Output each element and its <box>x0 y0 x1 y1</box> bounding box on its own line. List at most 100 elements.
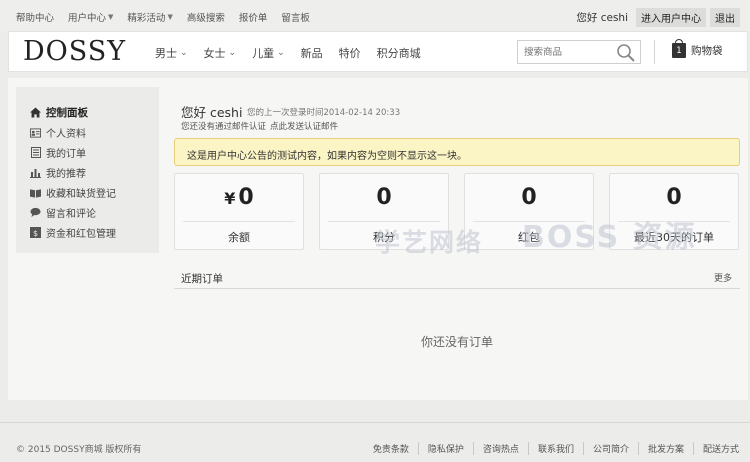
shopping-bag-icon: 1 <box>672 39 686 58</box>
chevron-down-icon: ▼ <box>108 13 114 21</box>
last-login-time: 您的上一次登录时间2014-02-14 20:33 <box>247 108 401 118</box>
stat-label: 积分 <box>373 231 395 244</box>
footer-link[interactable]: 批发方案 <box>637 442 693 455</box>
copyright: © 2015 DOSSY商城 版权所有 <box>16 445 142 455</box>
stat-label: 红包 <box>518 231 540 244</box>
sidebar: 控制面板 个人资料 我的订单 我的推荐 收藏和缺货登记 留言和评论 $ 资金和红… <box>16 87 159 253</box>
currency-symbol: ¥ <box>224 189 236 208</box>
footer-link[interactable]: 隐私保护 <box>417 442 473 455</box>
top-link-label: 留言板 <box>281 13 310 24</box>
nav-item-men[interactable]: 男士 ⌄ <box>155 45 188 61</box>
book-icon <box>30 187 41 198</box>
empty-orders-message: 你还没有订单 <box>420 335 493 349</box>
main-nav: 男士 ⌄ 女士 ⌄ 儿童 ⌄ 新品 特价 积分商城 <box>155 45 421 61</box>
nav-item-sale[interactable]: 特价 <box>339 45 361 61</box>
top-link-label: 高级搜索 <box>186 13 225 24</box>
sidebar-item-orders[interactable]: 我的订单 <box>30 145 86 160</box>
chevron-down-icon: ▼ <box>167 13 173 21</box>
footer-link[interactable]: 公司简介 <box>582 442 638 455</box>
footer-link[interactable]: 联系我们 <box>527 442 583 455</box>
recent-orders-more-link[interactable]: 更多 <box>714 271 732 284</box>
sidebar-item-label: 我的订单 <box>46 149 86 160</box>
cart-label: 购物袋 <box>691 45 723 57</box>
search-icon[interactable] <box>616 43 636 66</box>
enter-user-center-button[interactable]: 进入用户中心 <box>636 8 706 27</box>
stat-number: 0 <box>521 185 537 210</box>
stat-card-balance[interactable]: ¥0 余额 <box>174 173 304 250</box>
id-card-icon <box>30 127 41 138</box>
nav-label: 新品 <box>300 47 323 60</box>
stat-card-points[interactable]: 0 积分 <box>319 173 449 250</box>
top-link-advanced-search[interactable]: 高级搜索 <box>187 10 225 24</box>
footer-link[interactable]: 咨询热点 <box>472 442 528 455</box>
footer-link[interactable]: 配送方式 <box>692 442 739 455</box>
stat-value: 0 <box>320 185 448 215</box>
nav-item-points-mall[interactable]: 积分商城 <box>377 45 421 61</box>
search-input[interactable] <box>518 41 614 63</box>
nav-label: 特价 <box>338 47 361 60</box>
chevron-down-icon: ⌄ <box>180 48 188 58</box>
cart-count: 1 <box>676 46 682 56</box>
stat-card-recent-orders[interactable]: 0 最近30天的订单 <box>609 173 739 250</box>
top-bar: 帮助中心 用户中心 ▼ 精彩活动 ▼ 高级搜索 报价单 留言板 您好 ceshi 进… <box>0 0 750 32</box>
footer-links: 免责条款 隐私保护 咨询热点 联系我们 公司简介 批发方案 配送方式 <box>364 442 739 455</box>
stat-label: 最近30天的订单 <box>634 231 714 244</box>
verify-status: 您还没有通过邮件认证 <box>181 122 267 132</box>
chevron-down-icon: ⌄ <box>228 48 237 58</box>
nav-item-kids[interactable]: 儿童 ⌄ <box>252 45 285 61</box>
stat-value: 0 <box>465 185 593 215</box>
stat-card-red-packet[interactable]: 0 红包 <box>464 173 594 250</box>
stat-number: 0 <box>666 185 682 210</box>
nav-item-women[interactable]: 女士 ⌄ <box>204 45 237 61</box>
footer-divider <box>0 422 750 423</box>
stat-label: 余额 <box>228 231 250 244</box>
footer-link[interactable]: 免责条款 <box>364 442 418 455</box>
recent-orders-divider <box>174 288 740 289</box>
top-links: 帮助中心 用户中心 ▼ 精彩活动 ▼ 高级搜索 报价单 留言板 <box>16 10 310 24</box>
nav-item-new[interactable]: 新品 <box>301 45 323 61</box>
sidebar-item-profile[interactable]: 个人资料 <box>30 125 86 140</box>
search-box <box>517 40 641 64</box>
sidebar-item-messages[interactable]: 留言和评论 <box>30 205 96 220</box>
chevron-down-icon: ⌄ <box>277 48 285 58</box>
top-link-label: 用户中心 <box>68 13 107 24</box>
send-verify-email-link[interactable]: 点此发送认证邮件 <box>270 122 338 132</box>
sidebar-item-recommend[interactable]: 我的推荐 <box>30 165 86 180</box>
nav-label: 儿童 <box>252 47 275 60</box>
nav-label: 男士 <box>155 47 177 60</box>
top-link-quote[interactable]: 报价单 <box>239 10 268 24</box>
top-link-events[interactable]: 精彩活动 ▼ <box>127 10 172 24</box>
money-icon: $ <box>30 227 41 238</box>
sidebar-item-label: 收藏和缺货登记 <box>46 189 116 200</box>
stat-divider <box>183 221 295 222</box>
top-link-user-center[interactable]: 用户中心 ▼ <box>68 10 113 24</box>
cart-button[interactable]: 1 购物袋 <box>672 39 723 58</box>
logout-button[interactable]: 退出 <box>710 8 740 27</box>
sidebar-item-label: 资金和红包管理 <box>46 229 116 240</box>
header-divider <box>654 40 655 64</box>
stat-divider <box>618 221 730 222</box>
sidebar-item-label: 控制面板 <box>46 107 88 119</box>
stat-value: ¥0 <box>175 185 303 215</box>
top-greeting: 您好 ceshi <box>576 12 628 24</box>
list-icon <box>30 147 41 158</box>
site-footer: © 2015 DOSSY商城 版权所有 免责条款 隐私保护 咨询热点 联系我们 … <box>0 402 750 462</box>
sidebar-item-dashboard[interactable]: 控制面板 <box>30 105 88 120</box>
comment-icon <box>30 207 41 218</box>
top-link-guestbook[interactable]: 留言板 <box>281 10 310 24</box>
top-link-help[interactable]: 帮助中心 <box>16 10 54 24</box>
site-header: DOSSY 男士⌄ 女士⌄ 儿童⌄ 新品 特价 积分商城 1 购物袋 <box>8 31 748 72</box>
email-verify-row: 您还没有通过邮件认证 点此发送认证邮件 <box>181 120 338 132</box>
stat-number: 0 <box>238 185 254 210</box>
sidebar-item-label: 我的推荐 <box>46 169 86 180</box>
main-panel: 控制面板 个人资料 我的订单 我的推荐 收藏和缺货登记 留言和评论 $ 资金和红… <box>8 78 748 400</box>
sidebar-item-favorites[interactable]: 收藏和缺货登记 <box>30 185 116 200</box>
sidebar-item-funds[interactable]: $ 资金和红包管理 <box>30 225 116 240</box>
nav-label: 积分商城 <box>376 47 421 60</box>
site-logo[interactable]: DOSSY <box>23 36 126 67</box>
sidebar-item-label: 个人资料 <box>46 129 86 140</box>
top-user-area: 您好 ceshi 进入用户中心 退出 <box>576 8 740 27</box>
recent-orders-title: 近期订单 <box>181 273 223 285</box>
bar-chart-icon <box>30 167 41 178</box>
svg-text:$: $ <box>33 229 38 238</box>
